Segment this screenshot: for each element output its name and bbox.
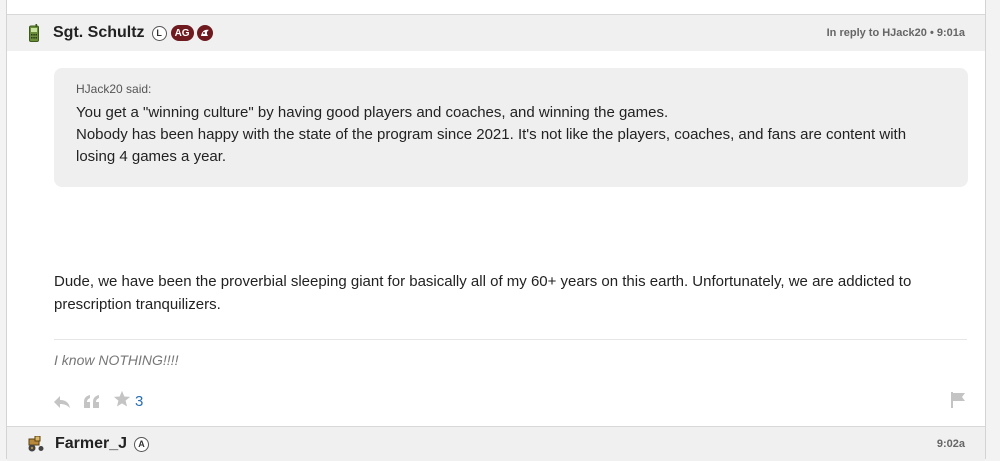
quote-attribution[interactable]: HJack20 said: (76, 82, 946, 96)
quote-block: HJack20 said: You get a "winning culture… (54, 68, 968, 187)
star-button[interactable]: 3 (113, 390, 143, 413)
thread-frame: Sgt. Schultz L AG In reply to HJack20 • … (6, 0, 986, 461)
team-logo-icon (196, 25, 213, 41)
badge-l: L (151, 25, 167, 41)
post-meta[interactable]: In reply to HJack20 • 9:01a (827, 27, 965, 39)
quote-line: You get a "winning culture" by having go… (76, 104, 669, 121)
star-icon (113, 390, 131, 413)
quote-line: Nobody has been happy with the state of … (76, 126, 907, 165)
reply-icon[interactable] (53, 394, 71, 410)
post-header: Sgt. Schultz L AG In reply to HJack20 • … (7, 15, 985, 51)
phone-avatar-icon[interactable] (27, 23, 41, 43)
badge-ag: AG (170, 25, 194, 41)
badge-a: A (134, 436, 150, 452)
post-body: Dude, we have been the proverbial sleepi… (54, 273, 912, 313)
quote-icon[interactable] (83, 394, 101, 410)
post-username[interactable]: Sgt. Schultz (53, 24, 145, 42)
post-signature: I know NOTHING!!!! (54, 352, 179, 368)
star-count: 3 (135, 393, 144, 410)
tractor-avatar-icon[interactable] (27, 434, 45, 454)
next-post-time[interactable]: 9:02a (937, 438, 965, 450)
post-actions: 3 (53, 390, 143, 413)
flag-icon[interactable] (949, 391, 967, 414)
signature-divider (54, 339, 967, 340)
next-post-header: Farmer_J A 9:02a (7, 426, 985, 461)
next-post-username[interactable]: Farmer_J (55, 435, 127, 453)
